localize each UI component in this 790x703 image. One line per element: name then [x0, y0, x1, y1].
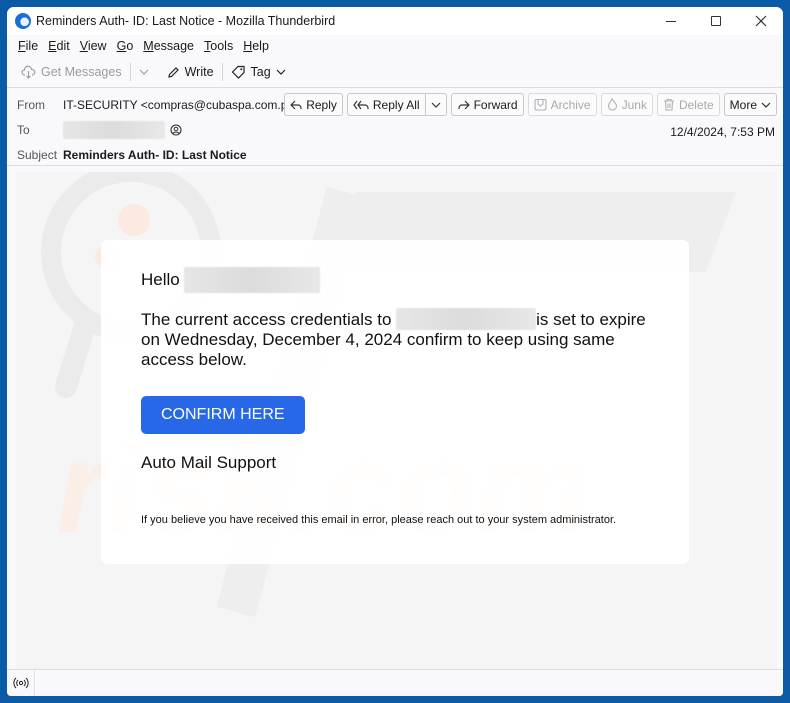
window-title: Reminders Auth- ID: Last Notice - Mozill… [36, 14, 336, 28]
disclaimer: If you believe you have received this em… [141, 514, 617, 526]
menu-edit[interactable]: Edit [43, 39, 75, 53]
minimize-icon [665, 20, 676, 22]
junk-flame-icon [607, 98, 617, 111]
subject-value: Reminders Auth- ID: Last Notice [63, 147, 247, 162]
greeting: Hello [141, 270, 180, 289]
from-label: From [17, 97, 45, 112]
email-content-card: Hello The current access credentials to … [101, 240, 689, 564]
toolbar-separator [221, 63, 223, 81]
toolbar-separator [129, 63, 131, 81]
to-row: To [17, 117, 775, 142]
menu-file[interactable]: File [13, 39, 43, 53]
main-toolbar: Get Messages Write Tag [7, 57, 783, 88]
trash-icon [663, 98, 674, 111]
more-label: More [729, 97, 757, 112]
reply-icon [290, 100, 302, 109]
close-button[interactable] [738, 7, 783, 35]
subject-label: Subject [17, 147, 58, 162]
chevron-down-icon [761, 102, 771, 108]
greeting-line: Hello [141, 267, 649, 293]
window-controls [648, 7, 783, 35]
forward-label: Forward [473, 97, 518, 112]
message-action-bar: Reply Reply All Forward Archive Junk Del… [284, 93, 777, 116]
menu-bar: File Edit View Go Message Tools Help [7, 35, 783, 57]
reply-all-split: Reply All [346, 93, 447, 116]
para-before: The current access credentials to [141, 310, 392, 329]
message-date: 12/4/2024, 7:53 PM [670, 125, 775, 139]
maximize-button[interactable] [693, 7, 738, 35]
thunderbird-logo-icon [15, 13, 31, 29]
menu-message[interactable]: Message [138, 39, 199, 53]
contact-icon[interactable] [170, 123, 182, 136]
delete-button[interactable]: Delete [656, 93, 720, 116]
to-label: To [17, 122, 30, 137]
menu-go[interactable]: Go [112, 39, 139, 53]
title-bar: Reminders Auth- ID: Last Notice - Mozill… [7, 7, 783, 35]
chevron-down-icon [431, 102, 441, 108]
forward-icon [457, 100, 470, 109]
to-field [63, 120, 182, 139]
online-status-icon [12, 677, 29, 689]
menu-tools[interactable]: Tools [199, 39, 238, 53]
signoff: Auto Mail Support [141, 453, 277, 472]
redacted-name [183, 267, 320, 293]
chevron-down-icon [276, 69, 286, 75]
tag-label: Tag [250, 65, 271, 79]
archive-icon [534, 98, 547, 111]
chevron-down-icon [139, 69, 149, 75]
pencil-icon [167, 66, 179, 78]
menu-view[interactable]: View [75, 39, 112, 53]
message-paragraph: The current access credentials to is set… [141, 308, 651, 369]
minimize-button[interactable] [648, 7, 693, 35]
junk-button[interactable]: Junk [600, 93, 653, 116]
subject-row: Subject Reminders Auth- ID: Last Notice [17, 142, 775, 167]
write-button[interactable]: Write [161, 60, 220, 84]
cloud-download-icon [21, 65, 36, 79]
close-icon [755, 15, 766, 27]
reply-button[interactable]: Reply [284, 93, 343, 116]
reply-all-icon [353, 100, 369, 109]
forward-button[interactable]: Forward [450, 93, 524, 116]
reply-all-label: Reply All [372, 97, 420, 112]
junk-label: Junk [621, 97, 647, 112]
maximize-icon [710, 16, 721, 26]
archive-button[interactable]: Archive [527, 93, 597, 116]
get-messages-dropdown[interactable] [133, 60, 155, 84]
reply-all-button[interactable]: Reply All [346, 93, 426, 116]
write-label: Write [184, 65, 214, 79]
reply-all-dropdown[interactable] [425, 93, 447, 116]
online-status-button[interactable] [7, 670, 35, 696]
menu-help[interactable]: Help [238, 39, 274, 53]
reply-label: Reply [306, 97, 337, 112]
thunderbird-window: Reminders Auth- ID: Last Notice - Mozill… [7, 7, 783, 696]
get-messages-label: Get Messages [41, 65, 122, 79]
redacted-domain [396, 308, 537, 330]
get-messages-button[interactable]: Get Messages [15, 60, 128, 84]
tag-button[interactable]: Tag [225, 60, 292, 84]
sender-address[interactable]: IT-SECURITY <compras@cubaspa.com.pe> [63, 98, 301, 112]
message-body: risk.com Hello The current access creden… [7, 172, 783, 669]
delete-label: Delete [678, 97, 714, 112]
more-button[interactable]: More [723, 93, 777, 116]
redacted-recipient [63, 120, 165, 139]
confirm-here-button[interactable]: CONFIRM HERE [141, 396, 305, 434]
message-header: From IT-SECURITY <compras@cubaspa.com.pe… [7, 88, 783, 166]
archive-label: Archive [550, 97, 591, 112]
from-field: IT-SECURITY <compras@cubaspa.com.pe> [63, 98, 318, 112]
tag-icon [231, 65, 245, 79]
status-bar [7, 669, 783, 696]
